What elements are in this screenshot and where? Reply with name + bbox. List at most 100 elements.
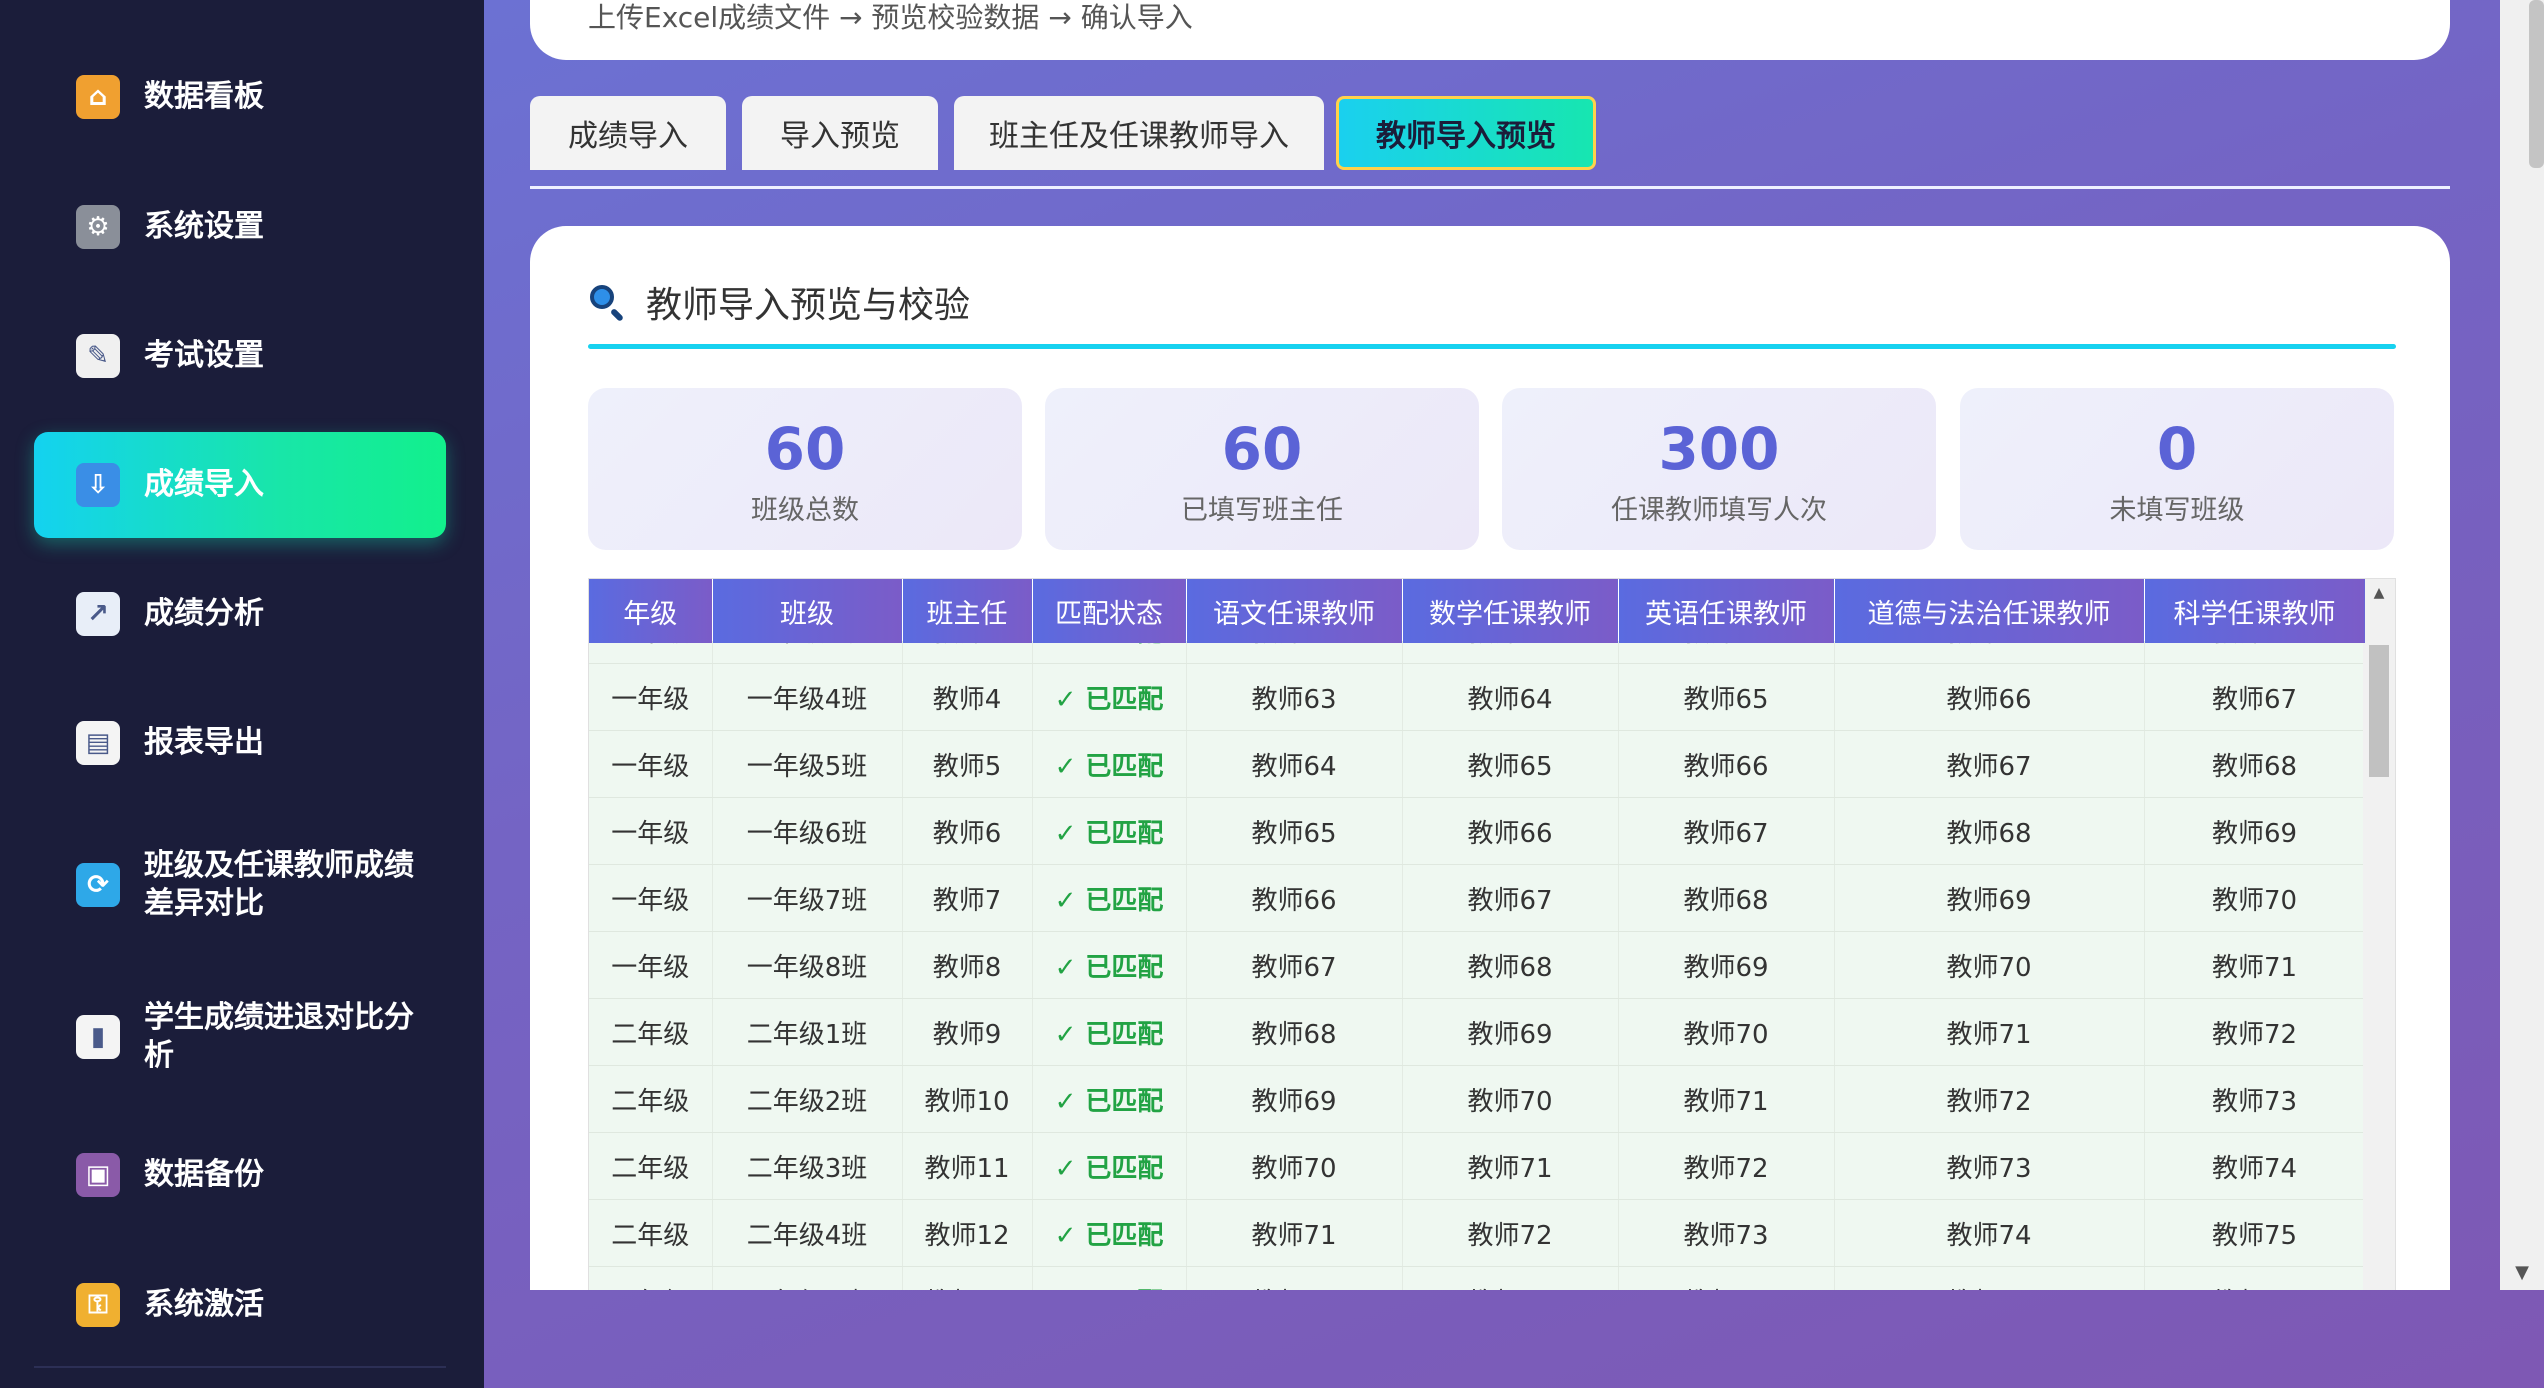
- scroll-up-arrow-icon[interactable]: ▲: [2369, 585, 2389, 605]
- sidebar-item-9[interactable]: ⚿ 系统激活: [34, 1252, 446, 1358]
- sidebar-item-label: 成绩导入: [144, 467, 264, 502]
- table-cell: 教师71: [2144, 931, 2365, 999]
- match-status-cell: ✓ 已匹配: [1032, 641, 1187, 664]
- table-cell: 教师67: [1834, 730, 2145, 798]
- table-cell: 教师74: [1834, 1199, 2145, 1267]
- table-cell: 教师66: [2144, 641, 2365, 664]
- table-cell: 二年级4班: [712, 1199, 903, 1267]
- table-row[interactable]: 二年级 二年级2班 教师10 ✓ 已匹配 教师69 教师70 教师71 教师72 教师73: [589, 1065, 2365, 1133]
- table-row[interactable]: 一年级 一年级6班 教师6 ✓ 已匹配 教师65 教师66 教师67 教师68 教师69: [589, 797, 2365, 865]
- column-header[interactable]: 科学任课教师: [2144, 579, 2366, 643]
- table-cell: 教师69: [1402, 998, 1619, 1066]
- table-cell: 教师72: [1834, 1065, 2145, 1133]
- table-cell: 教师73: [1834, 1132, 2145, 1200]
- house-icon: ⌂: [76, 75, 120, 119]
- table-cell: 一年级6班: [712, 797, 903, 865]
- table-row[interactable]: 二年级二年级5班教师13✓ 已匹配教师72教师73教师74教师75教师76: [589, 1266, 2365, 1290]
- sidebar-item-label: 数据看板: [144, 79, 264, 114]
- match-status-cell: ✓ 已匹配: [1032, 730, 1187, 798]
- table-cell: 二年级1班: [712, 998, 903, 1066]
- window-scrollbar-thumb[interactable]: [2529, 0, 2544, 168]
- stat-value: 60: [764, 415, 846, 483]
- page-bottom-background: [484, 1290, 2500, 1388]
- table-row[interactable]: 一年级 一年级5班 教师5 ✓ 已匹配 教师64 教师65 教师66 教师67 教师68: [589, 730, 2365, 798]
- sidebar-item-0[interactable]: ⌂ 数据看板: [34, 44, 446, 150]
- column-header[interactable]: 年级: [589, 579, 713, 643]
- match-status-cell: ✓ 已匹配: [1032, 1199, 1187, 1267]
- table-cell: 二年级: [589, 1132, 713, 1200]
- sidebar-item-3[interactable]: ⇩ 成绩导入: [34, 432, 446, 538]
- table-cell: 教师13: [902, 1266, 1033, 1290]
- table-scrollbar-thumb[interactable]: [2369, 645, 2389, 777]
- column-header[interactable]: 匹配状态: [1032, 579, 1187, 643]
- table-cell: 二年级3班: [712, 1132, 903, 1200]
- window-scrollbar[interactable]: [2500, 0, 2544, 1290]
- table-row[interactable]: 一年级 一年级7班 教师7 ✓ 已匹配 教师66 教师67 教师68 教师69 教师70: [589, 864, 2365, 932]
- table-cell: 教师11: [902, 1132, 1033, 1200]
- match-status-cell: ✓ 已匹配: [1032, 797, 1187, 865]
- table-cell: 教师65: [1834, 641, 2145, 664]
- table-row[interactable]: 二年级 二年级4班 教师12 ✓ 已匹配 教师71 教师72 教师73 教师74 教师75: [589, 1199, 2365, 1267]
- table-cell: 二年级5班: [712, 1266, 903, 1290]
- sidebar-item-5[interactable]: ▤ 报表导出: [34, 690, 446, 796]
- table-cell: 教师72: [1402, 1199, 1619, 1267]
- tab-score-import[interactable]: 成绩导入: [530, 96, 726, 170]
- table-row[interactable]: 二年级 二年级3班 教师11 ✓ 已匹配 教师70 教师71 教师72 教师73 教师74: [589, 1132, 2365, 1200]
- tab-teacher-import[interactable]: 班主任及任课教师导入: [954, 96, 1324, 170]
- tab-teacher-import-preview[interactable]: 教师导入预览: [1336, 96, 1596, 170]
- table-cell: 教师12: [902, 1199, 1033, 1267]
- sidebar-item-7[interactable]: ▮ 学生成绩进退对比分析: [34, 984, 446, 1090]
- match-status-cell: ✓ 已匹配: [1032, 663, 1187, 731]
- sidebar-item-2[interactable]: ✎ 考试设置: [34, 303, 446, 409]
- bar-chart-icon: ▮: [76, 1015, 120, 1059]
- sidebar-item-6[interactable]: ⟳ 班级及任课教师成绩差异对比: [34, 832, 446, 938]
- table-cell: 一年级: [589, 641, 713, 664]
- sidebar-item-8[interactable]: ▣ 数据备份: [34, 1122, 446, 1228]
- table-row[interactable]: 二年级 二年级1班 教师9 ✓ 已匹配 教师68 教师69 教师70 教师71 教师72: [589, 998, 2365, 1066]
- table-cell: 教师74: [2144, 1132, 2365, 1200]
- inbox-tray-icon: ⇩: [76, 463, 120, 507]
- table-cell: 教师6: [902, 797, 1033, 865]
- table-cell: 教师68: [1618, 864, 1835, 932]
- table-cell: 一年级: [589, 663, 713, 731]
- tab-import-preview[interactable]: 导入预览: [742, 96, 938, 170]
- column-header[interactable]: 数学任课教师: [1402, 579, 1619, 643]
- sidebar-item-4[interactable]: ↗ 成绩分析: [34, 561, 446, 667]
- column-header[interactable]: 道德与法治任课教师: [1834, 579, 2145, 643]
- table-cell: 二年级: [589, 998, 713, 1066]
- column-header[interactable]: 语文任课教师: [1186, 579, 1403, 643]
- teacher-preview-card: 教师导入预览与校验 60 班级总数 60 已填写班主任 300 任课教师填写人次…: [530, 226, 2450, 1290]
- sidebar: ⌂ 数据看板 ⚙ 系统设置 ✎ 考试设置 ⇩ 成绩导入 ↗ 成绩分析 ▤ 报表导出 ⟳ 班级及任课教师成绩…: [0, 0, 484, 1388]
- table-cell: 教师9: [902, 998, 1033, 1066]
- table-cell: 教师8: [902, 931, 1033, 999]
- table-cell: 二年级: [589, 1199, 713, 1267]
- table-cell: 教师66: [1618, 730, 1835, 798]
- table-row[interactable]: 一年级 一年级8班 教师8 ✓ 已匹配 教师67 教师68 教师69 教师70 教师71: [589, 931, 2365, 999]
- column-header[interactable]: 英语任课教师: [1618, 579, 1835, 643]
- table-cell: 教师67: [1402, 864, 1619, 932]
- column-header[interactable]: 班级: [712, 579, 903, 643]
- table-row[interactable]: 一年级一年级3班教师3✓ 已匹配教师62教师63教师64教师65教师66: [589, 641, 2365, 664]
- tab-bar-underline: [530, 186, 2450, 189]
- teacher-table: 年级 班级 班主任 匹配状态 语文任课教师 数学任课教师 英语任课教师 道德与法治任课教师 科学…: [588, 578, 2396, 1290]
- table-row[interactable]: 一年级 一年级4班 教师4 ✓ 已匹配 教师63 教师64 教师65 教师66 教师67: [589, 663, 2365, 731]
- table-cell: 教师3: [902, 641, 1033, 664]
- column-header[interactable]: 班主任: [902, 579, 1033, 643]
- table-cell: 教师66: [1186, 864, 1403, 932]
- stat-label: 班级总数: [751, 495, 859, 526]
- card-title: 教师导入预览与校验: [646, 285, 971, 326]
- stat-unfilled-class: 0 未填写班级: [1960, 388, 2394, 550]
- table-cell: 教师68: [1402, 931, 1619, 999]
- match-status-cell: ✓ 已匹配: [1032, 1065, 1187, 1133]
- scroll-down-arrow-icon[interactable]: ▼: [2504, 1262, 2540, 1288]
- table-cell: 教师64: [1402, 663, 1619, 731]
- table-cell: 一年级4班: [712, 663, 903, 731]
- table-cell: 教师73: [2144, 1065, 2365, 1133]
- stat-value: 60: [1221, 415, 1303, 483]
- table-cell: 教师71: [1618, 1065, 1835, 1133]
- table-cell: 教师7: [902, 864, 1033, 932]
- sidebar-item-label: 考试设置: [144, 338, 264, 373]
- sidebar-item-1[interactable]: ⚙ 系统设置: [34, 174, 446, 280]
- table-cell: 教师66: [1834, 663, 2145, 731]
- table-cell: 教师71: [1402, 1132, 1619, 1200]
